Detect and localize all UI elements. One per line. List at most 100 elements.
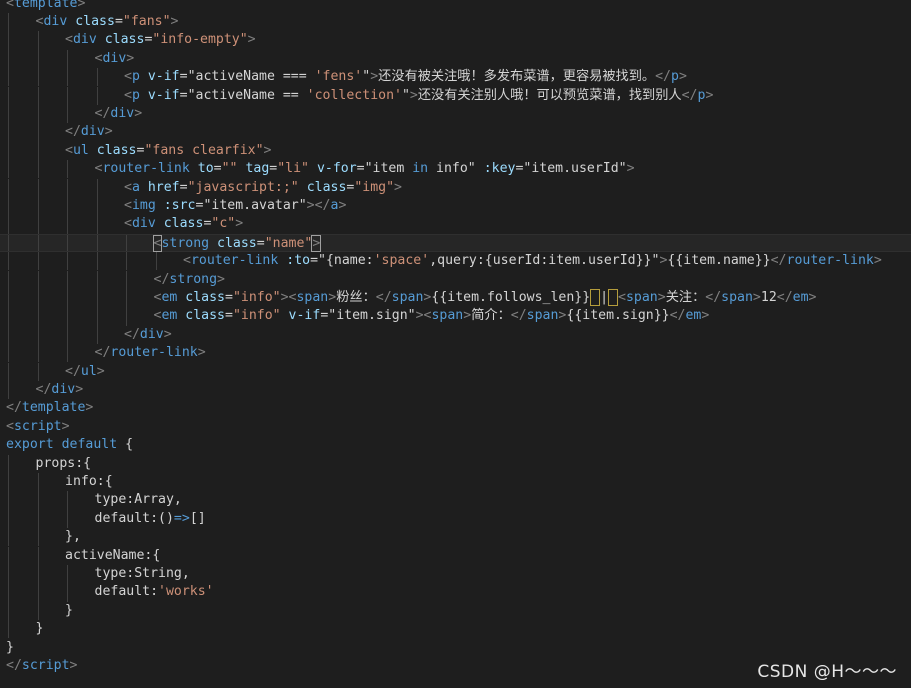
indent-guide xyxy=(67,344,68,363)
code-line[interactable]: <div class="fans"> xyxy=(0,12,911,32)
code-text: props:{ xyxy=(36,455,92,473)
code-token: div xyxy=(51,381,76,397)
code-text: }, xyxy=(65,528,81,546)
indent-guide xyxy=(96,288,98,308)
code-line[interactable]: <em class="info" v-if="item.sign"><span>… xyxy=(0,307,911,326)
code-line[interactable]: <em class="info"><span>粉丝：</span>{{item.… xyxy=(0,288,911,308)
code-token: in xyxy=(412,161,429,177)
code-line[interactable]: <router-link to="" tag="li" v-for="item … xyxy=(0,160,911,179)
indent-guide xyxy=(67,509,68,529)
code-token: < xyxy=(183,253,191,269)
code-line[interactable]: } xyxy=(0,639,911,657)
indent-guide xyxy=(96,252,98,271)
code-token: } xyxy=(35,621,44,637)
code-token: router-link xyxy=(190,253,279,269)
code-token: > xyxy=(808,289,817,305)
code-line[interactable]: props:{ xyxy=(0,454,911,473)
code-token: ="item.userId" xyxy=(515,161,627,177)
indent-guide xyxy=(37,31,39,50)
code-line[interactable]: } xyxy=(0,620,911,639)
code-token: > xyxy=(69,657,78,673)
code-line[interactable]: <a href="javascript:;" class="img"> xyxy=(0,178,911,197)
code-line[interactable]: <div> xyxy=(0,49,911,69)
code-line[interactable]: </strong> xyxy=(0,270,911,289)
code-token: div xyxy=(102,50,127,66)
code-token: "img" xyxy=(354,179,395,195)
code-line[interactable]: </div> xyxy=(0,104,911,124)
code-line[interactable]: export default { xyxy=(0,436,911,454)
code-token xyxy=(590,288,601,306)
code-token: > xyxy=(217,271,225,287)
code-token: > xyxy=(85,400,94,416)
indent-guide xyxy=(37,583,39,602)
code-token: > xyxy=(77,0,86,11)
code-token: class xyxy=(104,32,145,48)
code-token: </ xyxy=(681,87,698,103)
code-token: :src xyxy=(163,197,196,213)
code-token: type:String, xyxy=(94,565,190,581)
code-token: class xyxy=(163,216,204,232)
code-line[interactable]: <script> xyxy=(0,418,911,436)
code-text: info:{ xyxy=(65,473,113,491)
code-text: </script> xyxy=(6,657,77,675)
code-line[interactable]: type:Array, xyxy=(0,491,911,510)
code-line[interactable]: default:'works' xyxy=(0,583,911,602)
code-token: href xyxy=(147,179,180,195)
code-token: default: xyxy=(94,584,159,600)
code-line[interactable]: <img :src="item.avatar"></a> xyxy=(0,196,911,216)
code-line[interactable]: </div> xyxy=(0,123,911,142)
code-token: > xyxy=(247,32,256,48)
code-line[interactable]: default:()=>[] xyxy=(0,509,911,529)
code-token: span xyxy=(625,289,658,305)
code-text: } xyxy=(65,602,73,620)
code-token: > xyxy=(126,50,135,66)
code-token: > xyxy=(263,142,272,158)
code-token: </ xyxy=(124,326,140,342)
code-line[interactable]: } xyxy=(0,601,911,621)
code-line[interactable]: </template> xyxy=(0,399,911,417)
code-editor[interactable]: <template> <div class="fans"> <div class="… xyxy=(0,0,911,688)
code-line[interactable]: </router-link> xyxy=(0,344,911,363)
indent-guide xyxy=(37,215,39,234)
code-line[interactable]: activeName:{ xyxy=(0,546,911,565)
code-line[interactable]: </div> xyxy=(0,380,911,400)
indent-guide xyxy=(67,307,68,326)
code-token: </ xyxy=(153,271,170,287)
code-token: v-if xyxy=(288,308,321,324)
indent-guide xyxy=(37,160,39,179)
code-text: } xyxy=(36,620,44,638)
code-token: >< xyxy=(415,308,432,324)
code-token: class xyxy=(96,142,137,158)
code-line[interactable]: <strong class="name"> xyxy=(0,233,911,253)
code-line[interactable]: </div> xyxy=(0,325,911,345)
code-token: ></ xyxy=(306,197,331,213)
code-line[interactable]: <ul class="fans clearfix"> xyxy=(0,141,911,161)
code-token: " xyxy=(362,69,371,85)
indent-guide xyxy=(8,160,9,179)
code-text: type:Array, xyxy=(95,491,182,509)
code-token: em xyxy=(161,308,178,324)
code-token: 'space' xyxy=(373,253,430,269)
code-token: > xyxy=(463,308,472,324)
code-token: > xyxy=(678,69,687,85)
indent-guide xyxy=(8,620,9,639)
code-line[interactable]: <div class="c"> xyxy=(0,215,911,234)
code-line[interactable]: <div class="info-empty"> xyxy=(0,31,911,50)
code-line[interactable]: <p v-if="activeName == 'collection'">还没有… xyxy=(0,86,911,105)
code-token: >< xyxy=(280,289,297,305)
code-line[interactable]: <router-link :to="{name:'space',query:{u… xyxy=(0,252,911,271)
code-line[interactable]: }, xyxy=(0,528,911,547)
indent-guide xyxy=(37,123,39,142)
code-token: span xyxy=(526,308,559,324)
indent-guide xyxy=(67,564,68,584)
code-token: " xyxy=(401,87,410,103)
code-token: </ xyxy=(669,308,686,324)
code-line[interactable]: <template> xyxy=(0,0,911,13)
code-line[interactable]: </ul> xyxy=(0,362,911,381)
code-line[interactable]: info:{ xyxy=(0,472,911,492)
code-line[interactable]: <p v-if="activeName === 'fens'">还没有被关注哦！… xyxy=(0,68,911,87)
code-line[interactable]: type:String, xyxy=(0,564,911,584)
code-token: template xyxy=(21,400,86,416)
code-token: </ xyxy=(6,400,22,416)
